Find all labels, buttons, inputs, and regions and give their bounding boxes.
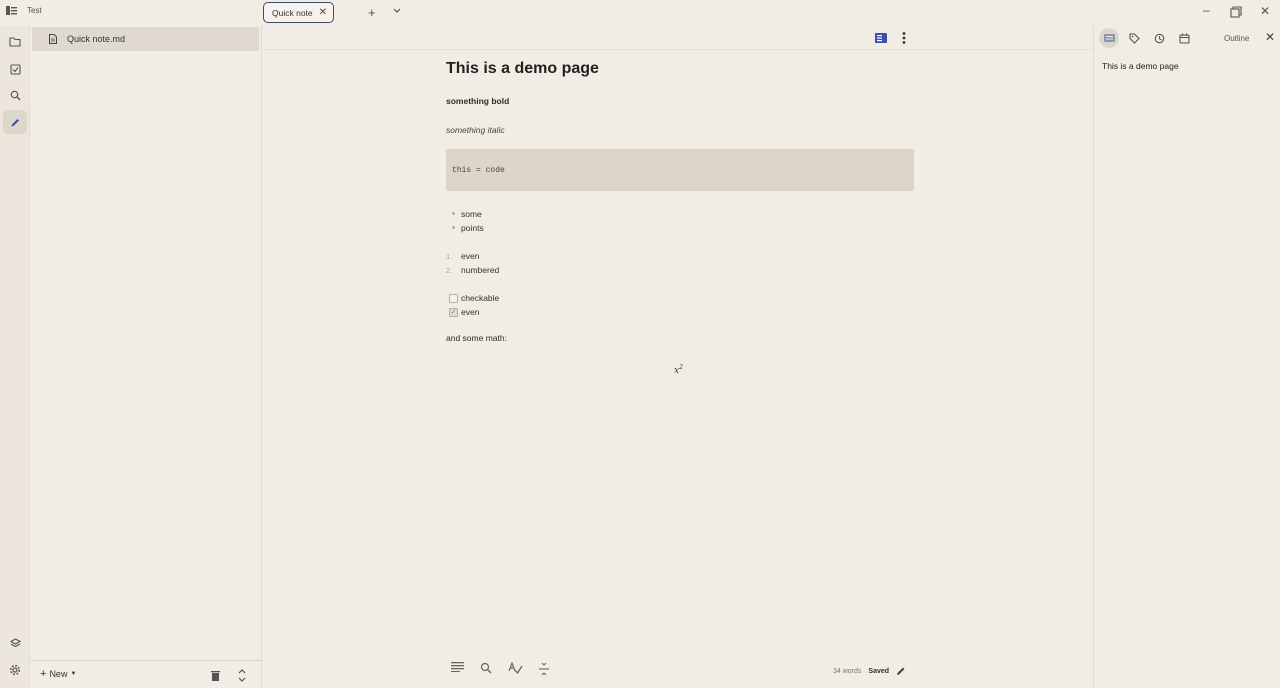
new-note-button[interactable]: + New ▼ [40,668,76,680]
close-icon[interactable]: ✕ [1265,30,1275,44]
plus-icon: + [40,668,47,680]
math-intro: and some math: [446,333,507,343]
numbered-text: even [461,251,480,261]
caret-down-icon: ▼ [70,671,77,677]
numbered-item: 1. even [446,249,914,263]
search-icon [10,90,20,100]
rail-settings-button[interactable] [3,658,27,682]
tag-icon [1128,32,1140,44]
settings-icon [9,664,21,676]
tab-quick-note[interactable]: Quick note ✕ [263,2,334,23]
pen-icon [11,118,19,126]
checkbox-checked[interactable]: ✓ [449,307,458,317]
chevron-down-icon[interactable] [392,6,402,16]
editor-toolbar [263,26,1093,50]
outline-item[interactable]: This is a demo page [1102,61,1179,71]
tab-label: Quick note [272,7,313,18]
rail-search-button[interactable] [3,83,27,107]
file-name: Quick note.md [67,34,126,44]
pen-icon[interactable] [896,666,906,676]
maximize-icon[interactable] [1230,6,1242,18]
more-vertical-icon[interactable] [902,32,906,44]
rail-edit-button[interactable] [3,110,27,134]
checkbox-unchecked[interactable] [449,293,458,303]
tab-outline[interactable] [1099,28,1119,48]
rail-layers-button[interactable] [3,631,27,655]
sidebar-toggle-icon[interactable] [6,6,17,15]
list-item: points [446,221,914,235]
item-number: 2. [446,265,453,275]
status-bar: 34 words Saved [833,666,906,676]
trash-icon[interactable] [211,670,220,681]
list-item: some [446,207,914,221]
outline-toggle-icon[interactable] [875,33,887,43]
document-heading: This is a demo page [446,60,599,77]
minimize-button[interactable]: – [1203,3,1210,17]
spellcheck-icon[interactable] [508,662,523,674]
checklist-text: checkable [461,293,500,303]
calendar-icon [1178,33,1190,44]
file-icon [49,34,57,44]
rail-tasks-button[interactable] [3,57,27,81]
math-exponent: 2 [679,364,683,371]
item-number: 1. [446,251,453,261]
panel-title: Outline [1224,34,1250,43]
math-block: x2 [674,364,683,376]
tab-tags[interactable] [1124,28,1144,48]
file-item[interactable]: Quick note.md [32,27,259,51]
checklist-item: checkable [446,291,914,305]
sidebar-footer: + New ▼ [31,660,262,688]
numbered-item: 2. numbered [446,263,914,277]
title-bar: Test Quick note ✕ + – ✕ [0,0,1280,26]
activity-rail [0,26,30,688]
editor-pane: This is a demo page something bold somet… [263,26,1093,688]
new-label: New [49,669,68,679]
list-icon[interactable] [451,662,464,672]
document-body[interactable]: This is a demo page something bold somet… [446,60,914,343]
bottom-toolbar [451,662,549,676]
tab-close-icon[interactable]: ✕ [319,7,327,18]
numbered-text: numbered [461,265,500,275]
new-tab-button[interactable]: + [368,5,376,20]
bullet-text: some [461,209,482,219]
code-block: this = code [446,149,914,191]
checklist-text: even [461,307,480,317]
right-panel-tabs [1099,28,1194,48]
tab-history[interactable] [1149,28,1169,48]
rail-files-button[interactable] [3,30,27,54]
bold-paragraph: something bold [446,96,510,106]
file-sidebar: Quick note.md + New ▼ [31,26,262,688]
tasks-icon [9,63,21,75]
italic-paragraph: something italic [446,125,505,135]
outline-icon [1103,34,1115,42]
bullet-text: points [461,223,484,233]
workspace-name: Test [27,6,42,15]
divider-icon[interactable] [539,662,549,676]
checklist-item: ✓ even [446,305,914,319]
app-title: Test [6,6,42,15]
sort-icon[interactable] [238,669,246,682]
close-window-button[interactable]: ✕ [1260,4,1270,18]
folder-icon [9,37,21,47]
save-status: Saved [868,667,890,675]
search-icon[interactable] [480,662,492,674]
layers-icon [9,637,21,647]
history-icon [1154,33,1164,43]
outline-panel: Outline ✕ This is a demo page [1093,26,1280,688]
tab-calendar[interactable] [1174,28,1194,48]
word-count: 34 words [833,667,862,675]
